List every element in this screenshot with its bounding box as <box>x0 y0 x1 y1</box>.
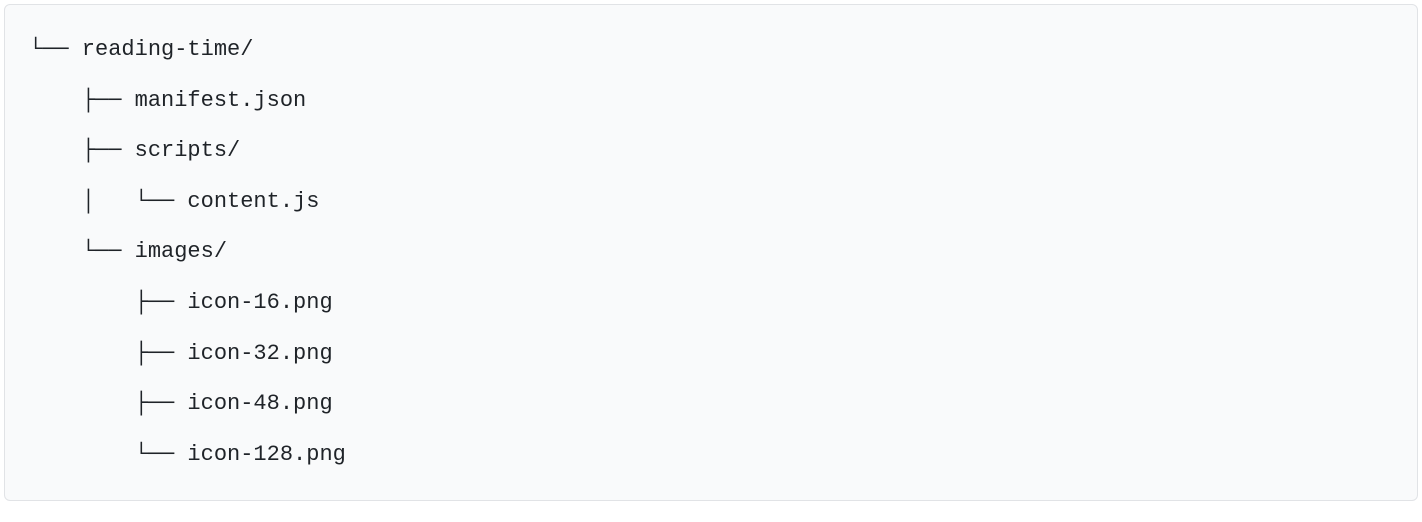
tree-line: └── reading-time/ <box>29 25 1393 76</box>
tree-line: ├── scripts/ <box>29 126 1393 177</box>
tree-line: └── icon-128.png <box>29 430 1393 481</box>
tree-line: ├── icon-32.png <box>29 329 1393 380</box>
tree-line: ├── icon-16.png <box>29 278 1393 329</box>
tree-line: ├── manifest.json <box>29 76 1393 127</box>
tree-line: │ └── content.js <box>29 177 1393 228</box>
directory-tree-block: └── reading-time/ ├── manifest.json ├── … <box>4 4 1418 501</box>
tree-line: ├── icon-48.png <box>29 379 1393 430</box>
tree-line: └── images/ <box>29 227 1393 278</box>
